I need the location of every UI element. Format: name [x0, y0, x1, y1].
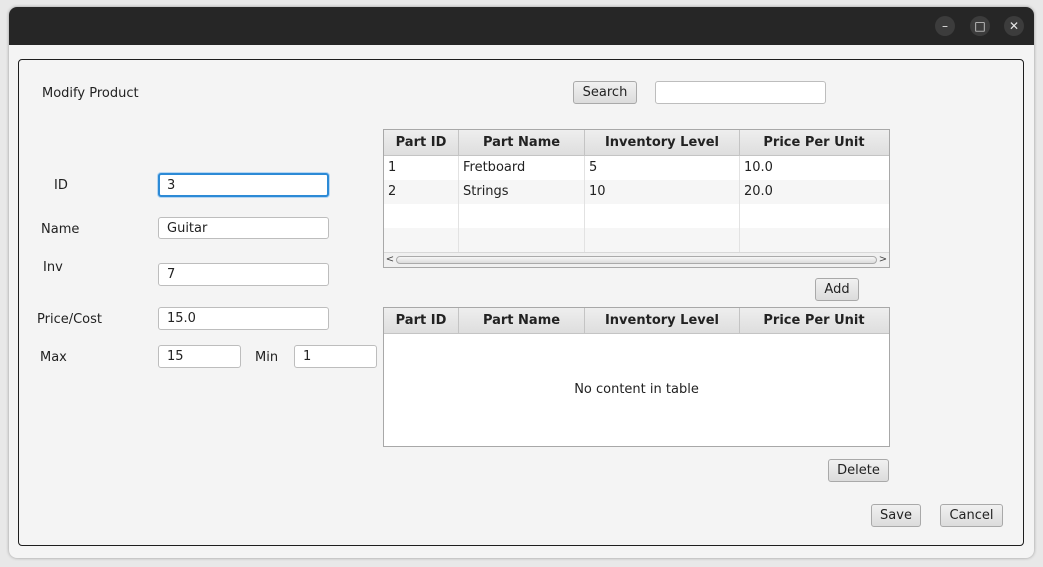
empty-cell — [384, 204, 459, 228]
cell-inventory-level: 10 — [585, 180, 740, 204]
empty-cell — [384, 228, 459, 252]
name-label: Name — [41, 222, 80, 237]
column-header-part-id[interactable]: Part ID — [384, 308, 459, 333]
empty-cell — [585, 204, 740, 228]
column-header-price-per-unit[interactable]: Price Per Unit — [740, 308, 888, 333]
scroll-left-icon[interactable]: < — [385, 253, 395, 267]
max-label: Max — [40, 350, 67, 365]
table-row[interactable]: 1 Fretboard 5 10.0 — [384, 156, 889, 180]
empty-cell — [459, 204, 585, 228]
delete-button[interactable]: Delete — [828, 459, 889, 482]
empty-table-message: No content in table — [574, 382, 699, 397]
associated-parts-table[interactable]: Part ID Part Name Inventory Level Price … — [383, 307, 890, 447]
empty-cell — [459, 228, 585, 252]
modify-product-window: – □ ✕ Modify Product ID Name Inv Price/C… — [9, 7, 1034, 558]
price-label: Price/Cost — [37, 312, 102, 327]
column-header-part-id[interactable]: Part ID — [384, 130, 459, 155]
cell-price-per-unit: 20.0 — [744, 184, 773, 199]
add-button[interactable]: Add — [815, 278, 859, 301]
empty-cell — [585, 228, 740, 252]
inv-label: Inv — [43, 260, 63, 275]
save-button[interactable]: Save — [871, 504, 921, 527]
cell-part-id: 2 — [384, 180, 459, 204]
empty-table-row — [384, 204, 889, 228]
search-input[interactable] — [655, 81, 826, 104]
column-header-inventory-level[interactable]: Inventory Level — [585, 308, 740, 333]
id-field[interactable] — [158, 173, 329, 197]
title-bar[interactable]: – □ ✕ — [9, 7, 1034, 45]
column-header-price-per-unit[interactable]: Price Per Unit — [740, 130, 888, 155]
scrollbar-thumb[interactable] — [396, 256, 877, 264]
cell-inventory-level: 5 — [585, 156, 740, 180]
min-label: Min — [255, 350, 279, 365]
scroll-right-icon[interactable]: > — [878, 253, 888, 267]
empty-cell — [740, 228, 888, 252]
cell-price-per-unit: 10.0 — [744, 160, 773, 175]
cell-part-id: 1 — [384, 156, 459, 180]
column-header-inventory-level[interactable]: Inventory Level — [585, 130, 740, 155]
id-label: ID — [54, 178, 68, 193]
cell-part-name: Strings — [459, 180, 585, 204]
min-field[interactable] — [294, 345, 377, 368]
inv-field[interactable] — [158, 263, 329, 286]
horizontal-scrollbar[interactable]: < > — [384, 252, 889, 267]
max-field[interactable] — [158, 345, 241, 368]
cell-part-name: Fretboard — [459, 156, 585, 180]
search-button[interactable]: Search — [573, 81, 637, 104]
name-field[interactable] — [158, 217, 329, 239]
cancel-button[interactable]: Cancel — [940, 504, 1003, 527]
column-header-part-name[interactable]: Part Name — [459, 308, 585, 333]
table-header: Part ID Part Name Inventory Level Price … — [384, 308, 889, 334]
price-field[interactable] — [158, 307, 329, 330]
page-title: Modify Product — [42, 86, 139, 101]
form-panel: Modify Product ID Name Inv Price/Cost Ma… — [18, 59, 1024, 546]
table-row[interactable]: 2 Strings 10 20.0 — [384, 180, 889, 204]
maximize-icon[interactable]: □ — [970, 16, 990, 36]
close-icon[interactable]: ✕ — [1004, 16, 1024, 36]
empty-table-row — [384, 228, 889, 252]
empty-cell — [740, 204, 888, 228]
parts-table[interactable]: Part ID Part Name Inventory Level Price … — [383, 129, 890, 268]
table-header: Part ID Part Name Inventory Level Price … — [384, 130, 889, 156]
minimize-icon[interactable]: – — [935, 16, 955, 36]
column-header-part-name[interactable]: Part Name — [459, 130, 585, 155]
